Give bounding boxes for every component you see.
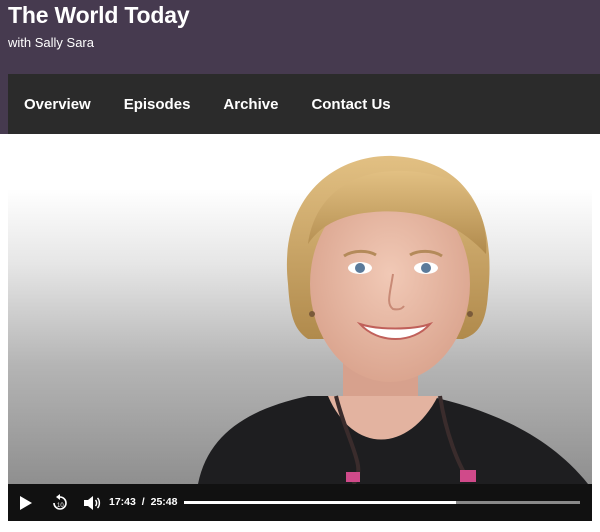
- rewind-10-icon[interactable]: 10: [50, 493, 70, 513]
- nav-item-overview[interactable]: Overview: [24, 96, 91, 113]
- time-separator: /: [141, 496, 145, 508]
- main-nav: Overview Episodes Archive Contact Us: [8, 74, 600, 134]
- page-bottom-spacer: [0, 521, 600, 532]
- nav-item-contact-us[interactable]: Contact Us: [311, 96, 390, 113]
- time-readout: 17:43 / 25:48: [109, 496, 177, 508]
- current-time: 17:43: [109, 496, 136, 508]
- progress-bar[interactable]: [184, 501, 580, 504]
- audio-player-controls: 10 17:43 / 25:48: [8, 484, 592, 521]
- progress-fill: [184, 501, 457, 504]
- program-title[interactable]: The World Today: [8, 2, 190, 29]
- presenter-photo: [8, 134, 592, 484]
- program-subtitle: with Sally Sara: [8, 35, 94, 50]
- play-icon[interactable]: [16, 493, 36, 513]
- duration: 25:48: [150, 496, 178, 508]
- volume-icon[interactable]: [82, 493, 102, 513]
- svg-text:10: 10: [57, 503, 64, 509]
- site-header: The World Today with Sally Sara Overview…: [0, 0, 600, 134]
- nav-item-episodes[interactable]: Episodes: [124, 96, 191, 113]
- nav-item-archive[interactable]: Archive: [223, 96, 278, 113]
- presenter-portrait-illustration: [198, 155, 588, 484]
